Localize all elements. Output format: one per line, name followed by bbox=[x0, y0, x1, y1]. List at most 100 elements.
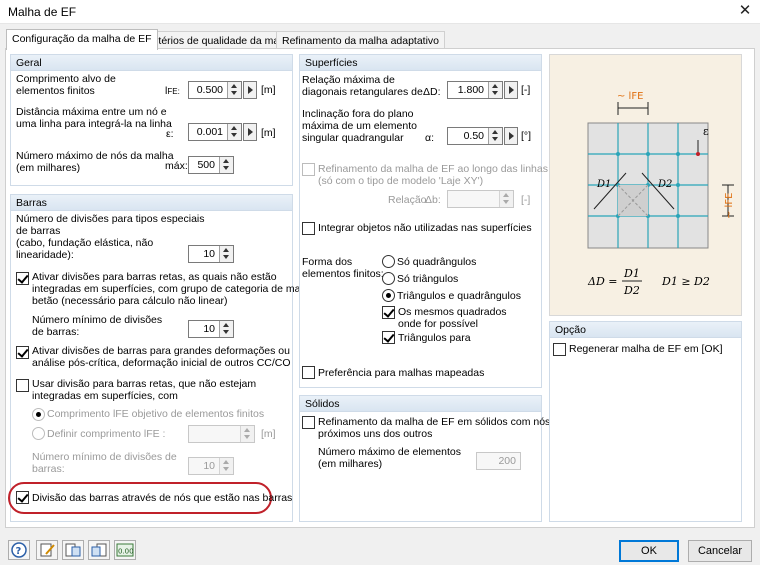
formula-den: D2 bbox=[623, 284, 640, 297]
large-deformation-checkbox[interactable] bbox=[16, 346, 29, 359]
spinner-buttons[interactable] bbox=[240, 426, 254, 442]
units-icon[interactable]: 0.00 bbox=[114, 540, 136, 560]
min-divisions-input[interactable]: 10 bbox=[188, 320, 234, 338]
spinner-buttons[interactable] bbox=[488, 128, 502, 144]
panel-geral-header: Geral bbox=[11, 55, 292, 71]
radio-target-length-label: Comprimento lFE objetivo de elementos fi… bbox=[47, 408, 265, 420]
ratio-input[interactable]: 1.800 bbox=[447, 81, 518, 99]
inclination-label: Inclinação fora do plano máxima de um el… bbox=[302, 108, 417, 144]
spinner-buttons[interactable] bbox=[219, 157, 233, 173]
refine-solids-checkbox[interactable] bbox=[302, 416, 315, 429]
cancel-button[interactable]: Cancelar bbox=[688, 540, 752, 562]
min-divisions-label: Número mínimo de divisões de barras: bbox=[32, 314, 163, 338]
radio-only-tris-label: Só triângulos bbox=[397, 273, 459, 285]
arrow-right-icon[interactable] bbox=[504, 81, 518, 99]
formula-condition: D1 ≥ D2 bbox=[661, 275, 710, 288]
radio-define-length[interactable] bbox=[32, 427, 45, 440]
min-divisions2-label: Número mínimo de divisões de barras: bbox=[32, 451, 177, 475]
inclination-symbol: α: bbox=[425, 132, 434, 144]
arrow-right-icon[interactable] bbox=[243, 123, 257, 141]
special-divisions-input[interactable]: 10 bbox=[188, 245, 234, 263]
radio-target-length[interactable] bbox=[32, 408, 45, 421]
integrate-checkbox[interactable] bbox=[302, 222, 315, 235]
mesh-diagram-svg: D1 D2 ~ lFE ~ lFE ε ΔD = D1 D2 D1 ≥ D2 bbox=[550, 55, 741, 315]
regenerate-label: Regenerar malha de EF em [OK] bbox=[569, 343, 723, 355]
label-lfe-top: ~ lFE bbox=[617, 91, 643, 102]
inclination-unit: [°] bbox=[521, 130, 532, 142]
max-elements-input[interactable]: 200 bbox=[476, 452, 521, 470]
max-elements-label: Número máximo de elementos (em milhares) bbox=[318, 446, 461, 470]
inclination-input[interactable]: 0.50 bbox=[447, 127, 518, 145]
mapped-mesh-label: Preferência para malhas mapeadas bbox=[318, 367, 485, 379]
relation-unit: [-] bbox=[521, 194, 531, 206]
integrate-label: Integrar objetos não utilizadas nas supe… bbox=[318, 222, 532, 234]
activate-straight-checkbox[interactable] bbox=[16, 272, 29, 285]
define-length-unit: [m] bbox=[261, 428, 276, 440]
spinner-buttons[interactable] bbox=[227, 124, 241, 140]
spinner-buttons[interactable] bbox=[227, 82, 241, 98]
panel-solidos-header: Sólidos bbox=[300, 396, 541, 412]
label-d2: D2 bbox=[657, 179, 672, 190]
min-divisions2-input[interactable]: 10 bbox=[188, 457, 234, 475]
spinner-buttons[interactable] bbox=[219, 246, 233, 262]
panel-superficies-header: Superfícies bbox=[300, 55, 541, 71]
max-distance-input[interactable]: 0.001 bbox=[188, 123, 257, 141]
nodes-division-label: Divisão das barras através de nós que es… bbox=[32, 492, 293, 504]
nodes-division-checkbox[interactable] bbox=[16, 491, 29, 504]
radio-tris-and-quads[interactable] bbox=[382, 289, 395, 302]
activate-straight-label: Ativar divisões para barras retas, as qu… bbox=[32, 271, 324, 307]
formula-num: D1 bbox=[623, 267, 640, 280]
spinner-buttons[interactable] bbox=[219, 458, 233, 474]
define-length-input[interactable] bbox=[188, 425, 255, 443]
panel-barras-header: Barras bbox=[11, 195, 292, 211]
formula-lhs: ΔD = bbox=[587, 275, 617, 288]
max-nodes-label: Número máximo de nós da malha (em milhar… bbox=[16, 150, 174, 174]
eps-node bbox=[696, 152, 700, 156]
radio-only-tris[interactable] bbox=[382, 272, 395, 285]
use-division-checkbox[interactable] bbox=[16, 379, 29, 392]
max-nodes-symbol: máx: bbox=[165, 160, 188, 172]
relation-symbol: Δb: bbox=[425, 194, 441, 206]
large-deformation-label: Ativar divisões de barras para grandes d… bbox=[32, 345, 291, 369]
arrow-right-icon[interactable] bbox=[504, 127, 518, 145]
ratio-symbol: ΔD: bbox=[423, 86, 441, 98]
close-icon[interactable]: ✕ bbox=[734, 2, 756, 22]
label-d1: D1 bbox=[596, 179, 611, 190]
mapped-mesh-checkbox[interactable] bbox=[302, 366, 315, 379]
ok-button[interactable]: OK bbox=[619, 540, 679, 562]
spinner-buttons[interactable] bbox=[488, 82, 502, 98]
label-lfe-side: ~ lFE bbox=[724, 193, 735, 219]
title-bar: Malha de EF ✕ bbox=[0, 0, 760, 24]
target-length-symbol: lFE: bbox=[165, 85, 180, 97]
target-length-unit: [m] bbox=[261, 84, 276, 96]
panel-opcao-header: Opção bbox=[550, 322, 741, 338]
element-shape-label: Forma dos elementos finitos: bbox=[302, 256, 384, 280]
same-squares-checkbox[interactable] bbox=[382, 306, 395, 319]
use-division-label: Usar divisão para barras retas, que não … bbox=[32, 378, 257, 402]
radio-define-length-label: Definir comprimento lFE : bbox=[47, 428, 166, 440]
tris-for-label: Triângulos para bbox=[398, 332, 471, 344]
tab-mesh-settings[interactable]: Configuração da malha de EF bbox=[6, 29, 158, 50]
refine-lines-checkbox[interactable] bbox=[302, 163, 315, 176]
svg-text:0.00: 0.00 bbox=[118, 548, 134, 556]
tris-for-checkbox[interactable] bbox=[382, 331, 395, 344]
target-length-label: Comprimento alvo de elementos finitos bbox=[16, 73, 116, 97]
import-icon[interactable] bbox=[62, 540, 84, 560]
arrow-right-icon[interactable] bbox=[243, 81, 257, 99]
regenerate-checkbox[interactable] bbox=[553, 343, 566, 356]
special-divisions-label: Número de divisões para tipos especiais … bbox=[16, 213, 205, 261]
spinner-buttons[interactable] bbox=[219, 321, 233, 337]
help-icon[interactable]: ? bbox=[8, 540, 30, 560]
refine-lines-label: Refinamento da malha de EF ao longo das … bbox=[318, 163, 548, 187]
edit-icon[interactable] bbox=[36, 540, 58, 560]
target-length-input[interactable]: 0.500 bbox=[188, 81, 257, 99]
radio-only-quads[interactable] bbox=[382, 255, 395, 268]
relation-input[interactable] bbox=[447, 190, 514, 208]
export-icon[interactable] bbox=[88, 540, 110, 560]
max-nodes-input[interactable]: 500 bbox=[188, 156, 234, 174]
label-eps: ε bbox=[703, 125, 709, 138]
mesh-diagram: D1 D2 ~ lFE ~ lFE ε ΔD = D1 D2 D1 ≥ D2 bbox=[549, 54, 742, 316]
spinner-buttons[interactable] bbox=[499, 191, 513, 207]
radio-tris-and-quads-label: Triângulos e quadrângulos bbox=[397, 290, 521, 302]
ratio-label: Relação máxima de diagonais retangulares… bbox=[302, 74, 423, 98]
